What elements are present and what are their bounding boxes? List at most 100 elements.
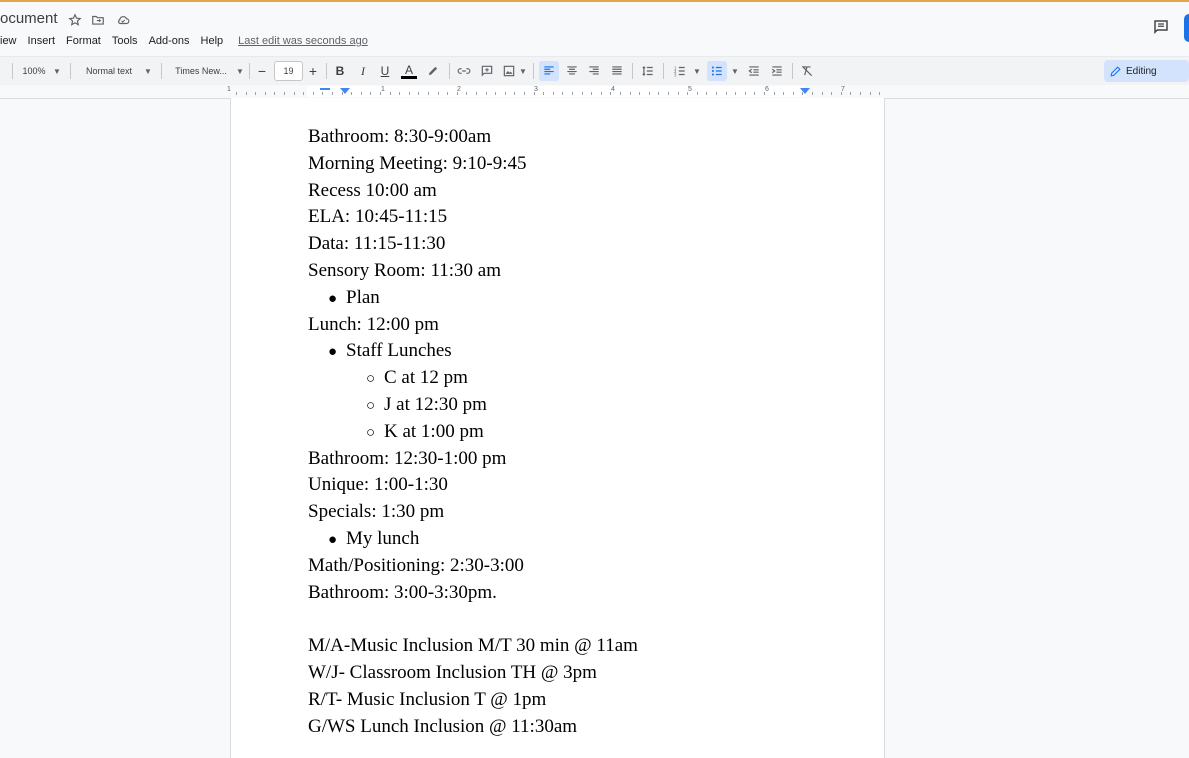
list-item[interactable]: ● Staff Lunches [328, 339, 452, 364]
paragraph-line[interactable]: Bathroom: 3:00-3:30pm. [308, 581, 497, 605]
image-caret-icon[interactable]: ▼ [518, 61, 528, 81]
ruler-tick [562, 92, 563, 95]
editing-mode-button[interactable]: Editing [1104, 60, 1189, 82]
paragraph-style-select[interactable]: Normal text [78, 61, 140, 81]
filled-bullet-icon: ● [328, 532, 338, 548]
numbered-list-caret-icon[interactable]: ▼ [692, 61, 702, 81]
list-item[interactable]: ○ C at 12 pm [366, 366, 468, 391]
line-text: Math/Positioning: 2:30-3:00 [308, 555, 524, 576]
ruler-tick [572, 92, 573, 95]
insert-image-icon[interactable] [500, 61, 518, 81]
ruler-tick [438, 92, 439, 95]
zoom-caret-icon[interactable]: ▼ [52, 61, 62, 81]
ruler-tick [390, 92, 391, 95]
star-icon[interactable] [67, 12, 83, 28]
bulleted-list-caret-icon[interactable]: ▼ [730, 61, 740, 81]
align-justify-icon[interactable] [608, 61, 626, 81]
ruler-tick [850, 92, 851, 95]
paragraph-line[interactable]: G/WS Lunch Inclusion @ 11:30am [308, 715, 577, 739]
line-text: Morning Meeting: 9:10-9:45 [308, 153, 527, 174]
last-edit-link[interactable]: Last edit was seconds ago [238, 35, 368, 47]
highlight-color-icon[interactable] [424, 61, 442, 81]
paragraph-line[interactable]: ELA: 10:45-11:15 [308, 205, 447, 229]
list-item[interactable]: ● Plan [328, 286, 380, 311]
insert-link-icon[interactable] [455, 61, 473, 81]
ruler-number: 1 [381, 86, 385, 93]
paragraph-line[interactable]: W/J- Classroom Inclusion TH @ 3pm [308, 661, 597, 685]
line-text: R/T- Music Inclusion T @ 1pm [308, 689, 547, 710]
line-text: Plan [346, 287, 380, 308]
ruler-tick [783, 92, 784, 95]
paragraph-line[interactable]: Bathroom: 12:30-1:00 pm [308, 447, 506, 471]
increase-indent-icon[interactable] [768, 61, 786, 81]
font-size-input[interactable]: 19 [274, 61, 303, 81]
move-to-folder-icon[interactable] [90, 12, 106, 28]
toolbar-separator [161, 63, 162, 79]
right-indent-marker[interactable] [800, 88, 810, 94]
menu-view[interactable]: iew [0, 35, 17, 47]
ruler-tick [447, 92, 448, 95]
document-page[interactable]: Bathroom: 8:30-9:00am Morning Meeting: 9:… [230, 98, 885, 758]
text-color-icon[interactable]: A [400, 61, 418, 81]
menu-insert[interactable]: Insert [28, 35, 56, 47]
list-item[interactable]: ○ K at 1:00 pm [366, 420, 484, 445]
paragraph-line[interactable]: M/A-Music Inclusion M/T 30 min @ 11am [308, 634, 638, 658]
clear-formatting-icon[interactable] [798, 61, 816, 81]
cloud-saved-icon[interactable] [115, 12, 131, 28]
font-caret-icon[interactable]: ▼ [235, 61, 245, 81]
zoom-select[interactable]: 100% [20, 61, 48, 81]
menu-format[interactable]: Format [66, 35, 101, 47]
line-spacing-icon[interactable] [638, 61, 658, 81]
align-center-icon[interactable] [563, 61, 581, 81]
menu-add-ons[interactable]: Add-ons [149, 35, 190, 47]
menu-tools[interactable]: Tools [112, 35, 138, 47]
ruler-tick [332, 92, 333, 95]
editing-mode-label: Editing [1126, 65, 1157, 77]
ruler-tick [879, 92, 880, 95]
ruler-tick [630, 92, 631, 95]
add-comment-icon[interactable] [478, 61, 496, 81]
paragraph-line[interactable]: Recess 10:00 am [308, 179, 437, 203]
paragraph-line[interactable]: Morning Meeting: 9:10-9:45 [308, 152, 526, 176]
decrease-indent-icon[interactable] [745, 61, 763, 81]
numbered-list-icon[interactable]: 123 [670, 61, 690, 81]
ruler-tick [255, 92, 256, 95]
align-left-icon[interactable] [539, 61, 559, 81]
font-family-select[interactable]: Times New... [170, 61, 232, 81]
comments-icon[interactable] [1150, 16, 1172, 38]
bold-icon[interactable]: B [332, 61, 348, 81]
left-indent-marker[interactable] [340, 88, 350, 94]
ruler-tick [322, 92, 323, 95]
paragraph-line[interactable]: Specials: 1:30 pm [308, 500, 444, 524]
line-text: Data: 11:15-11:30 [308, 233, 446, 254]
line-text: Staff Lunches [346, 340, 452, 361]
ruler-number: 7 [841, 86, 845, 93]
style-caret-icon[interactable]: ▼ [143, 61, 153, 81]
paragraph-line[interactable]: Lunch: 12:00 pm [308, 313, 439, 337]
line-text: Lunch: 12:00 pm [308, 314, 439, 335]
paragraph-line[interactable]: R/T- Music Inclusion T @ 1pm [308, 688, 546, 712]
first-line-indent-marker[interactable] [320, 88, 330, 90]
italic-icon[interactable]: I [355, 61, 371, 81]
toolbar-separator [792, 63, 793, 79]
paragraph-line[interactable]: Math/Positioning: 2:30-3:00 [308, 554, 524, 578]
menu-help[interactable]: Help [201, 35, 224, 47]
paragraph-line[interactable]: Sensory Room: 11:30 am [308, 259, 501, 283]
line-text: M/A-Music Inclusion M/T 30 min @ 11am [308, 635, 638, 656]
ruler-number: 1 [227, 86, 231, 93]
list-item[interactable]: ● My lunch [328, 527, 419, 552]
ruler-tick [486, 92, 487, 95]
underline-icon[interactable]: U [377, 61, 393, 81]
decrease-font-size-button[interactable]: − [254, 61, 270, 81]
list-item[interactable]: ○ J at 12:30 pm [366, 393, 487, 418]
align-right-icon[interactable] [585, 61, 603, 81]
line-text: Recess 10:00 am [308, 180, 437, 201]
bulleted-list-icon[interactable] [707, 61, 727, 81]
document-title[interactable]: ocument [0, 10, 58, 27]
increase-font-size-button[interactable]: + [305, 61, 321, 81]
paragraph-line[interactable]: Unique: 1:00-1:30 [308, 473, 448, 497]
paragraph-line[interactable]: Data: 11:15-11:30 [308, 232, 445, 256]
paragraph-line[interactable]: Bathroom: 8:30-9:00am [308, 125, 491, 149]
ruler-tick [370, 92, 371, 95]
share-button[interactable] [1184, 14, 1189, 42]
